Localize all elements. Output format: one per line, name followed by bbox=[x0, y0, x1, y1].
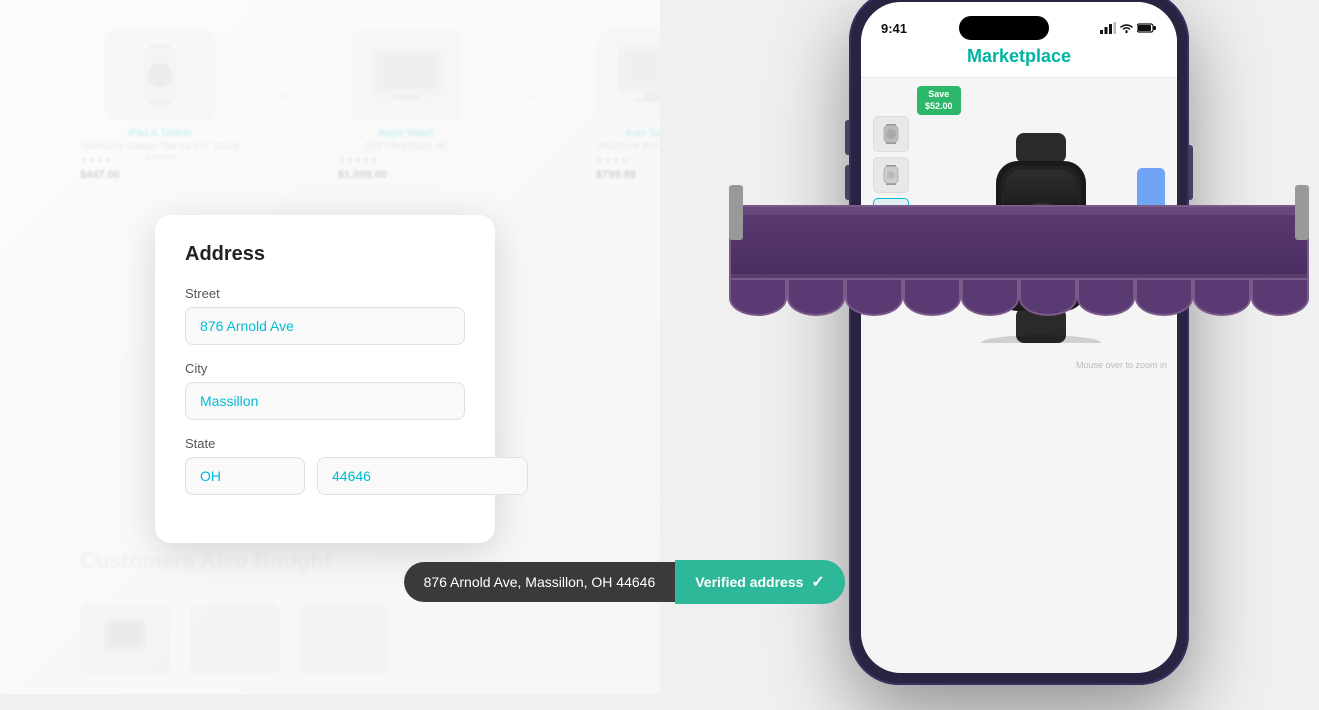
signal-icon bbox=[1100, 22, 1116, 34]
awning-highlight bbox=[731, 207, 1307, 215]
status-icons bbox=[1100, 22, 1157, 34]
status-bar: 9:41 bbox=[861, 2, 1177, 40]
state-input[interactable] bbox=[185, 457, 305, 495]
battery-icon bbox=[1137, 22, 1157, 34]
zoom-hint: Mouse over to zoom in bbox=[861, 358, 1177, 374]
phone-shell: 9:41 bbox=[849, 0, 1189, 685]
thumb-1[interactable] bbox=[873, 116, 909, 152]
scallop-2 bbox=[787, 280, 845, 316]
verified-badge: Verified address ✓ bbox=[675, 560, 845, 604]
street-input[interactable] bbox=[185, 307, 465, 345]
scallop-1 bbox=[729, 280, 787, 316]
save-badge: Save $52.00 bbox=[917, 86, 961, 115]
city-group: City bbox=[185, 361, 465, 420]
state-label: State bbox=[185, 436, 465, 451]
awning-body bbox=[729, 205, 1309, 280]
wifi-icon bbox=[1119, 22, 1134, 34]
save-line2: $52.00 bbox=[925, 101, 953, 113]
dynamic-island bbox=[959, 16, 1049, 40]
state-group: State bbox=[185, 436, 465, 495]
app-title: Marketplace bbox=[861, 40, 1177, 77]
scallop-10 bbox=[1251, 280, 1309, 316]
address-bar: 876 Arnold Ave, Massillon, OH 44646 Veri… bbox=[404, 560, 845, 604]
status-time: 9:41 bbox=[881, 21, 907, 36]
scallop-8 bbox=[1135, 280, 1193, 316]
phone-screen: 9:41 bbox=[861, 2, 1177, 673]
volume-up-button[interactable] bbox=[845, 120, 849, 155]
zip-input[interactable] bbox=[317, 457, 528, 495]
scallop-5 bbox=[961, 280, 1019, 316]
city-input[interactable] bbox=[185, 382, 465, 420]
awning-bottom-accent bbox=[731, 274, 1307, 278]
city-label: City bbox=[185, 361, 465, 376]
scallop-4 bbox=[903, 280, 961, 316]
scallop-9 bbox=[1193, 280, 1251, 316]
awning bbox=[729, 185, 1309, 316]
state-zip-row bbox=[185, 457, 465, 495]
address-bar-text: 876 Arnold Ave, Massillon, OH 44646 bbox=[404, 562, 676, 602]
address-title: Address bbox=[185, 243, 465, 266]
save-line1: Save bbox=[925, 89, 953, 101]
scallop-6 bbox=[1019, 280, 1077, 316]
street-group: Street bbox=[185, 286, 465, 345]
scallop-3 bbox=[845, 280, 903, 316]
awning-post-left bbox=[729, 185, 743, 240]
street-label: Street bbox=[185, 286, 465, 301]
check-icon: ✓ bbox=[811, 572, 824, 592]
address-card: Address Street City State bbox=[155, 215, 495, 543]
verified-label: Verified address bbox=[695, 574, 803, 590]
awning-fringe bbox=[729, 280, 1309, 316]
awning-post-right bbox=[1295, 185, 1309, 240]
scallop-7 bbox=[1077, 280, 1135, 316]
